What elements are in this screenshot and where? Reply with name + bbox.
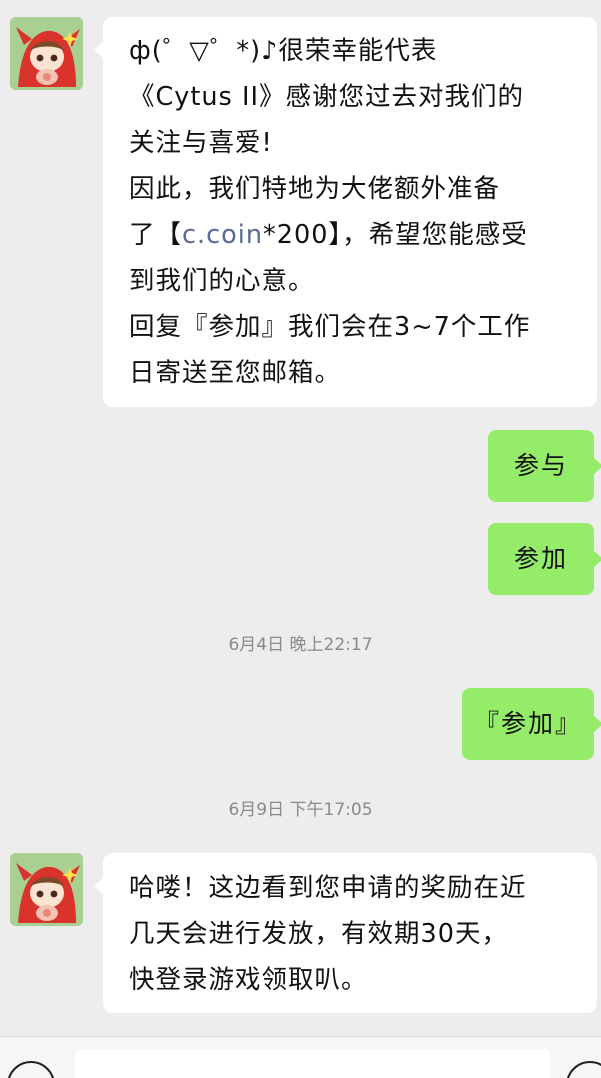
outgoing-message-bubble[interactable]: 参加: [488, 523, 601, 595]
message-input[interactable]: [75, 1049, 550, 1078]
message-line: 到我们的心意。: [129, 266, 315, 296]
timestamp: 6月9日 下午17:05: [228, 800, 373, 820]
incoming-message-bubble[interactable]: ф(゜▽゜*)♪很荣幸能代表 《Cytus II》感谢您过去对我们的 关注与喜爱…: [94, 17, 597, 407]
message-line: 《Cytus II》感谢您过去对我们的: [129, 82, 524, 112]
message-text: 了【: [129, 220, 183, 250]
contact-avatar[interactable]: [10, 17, 83, 90]
outgoing-message-bubble[interactable]: 『参加』: [462, 688, 601, 760]
message-line: 因此，我们特地为大佬额外准备: [129, 174, 501, 204]
message-line: ф(゜▽゜*)♪很荣幸能代表: [129, 36, 438, 66]
voice-icon[interactable]: [7, 1061, 55, 1078]
message-text: *200】，希望您能感受: [263, 220, 528, 250]
message-line: 关注与喜爱!: [129, 128, 273, 158]
message-line: 几天会进行发放，有效期30天，: [129, 919, 508, 949]
message-line: 快登录游戏领取叭。: [129, 965, 368, 995]
message-line: 日寄送至您邮箱。: [129, 358, 342, 388]
anime-avatar-icon: [10, 853, 83, 926]
emoji-icon[interactable]: [566, 1061, 601, 1078]
timestamp: 6月4日 晚上22:17: [228, 635, 373, 655]
anime-avatar-icon: [10, 17, 83, 90]
outgoing-message-bubble[interactable]: 参与: [488, 430, 601, 502]
message-line: 哈喽！这边看到您申请的奖励在近: [129, 873, 527, 903]
contact-avatar[interactable]: [10, 853, 83, 926]
incoming-message-bubble[interactable]: 哈喽！这边看到您申请的奖励在近 几天会进行发放，有效期30天， 快登录游戏领取叭…: [94, 853, 597, 1013]
message-line: 了【c.coin*200】，希望您能感受: [129, 212, 597, 258]
message-line: 回复『参加』我们会在3~7个工作: [129, 312, 531, 342]
chat-input-bar: [0, 1036, 601, 1078]
coin-link[interactable]: c.coin: [182, 220, 263, 250]
